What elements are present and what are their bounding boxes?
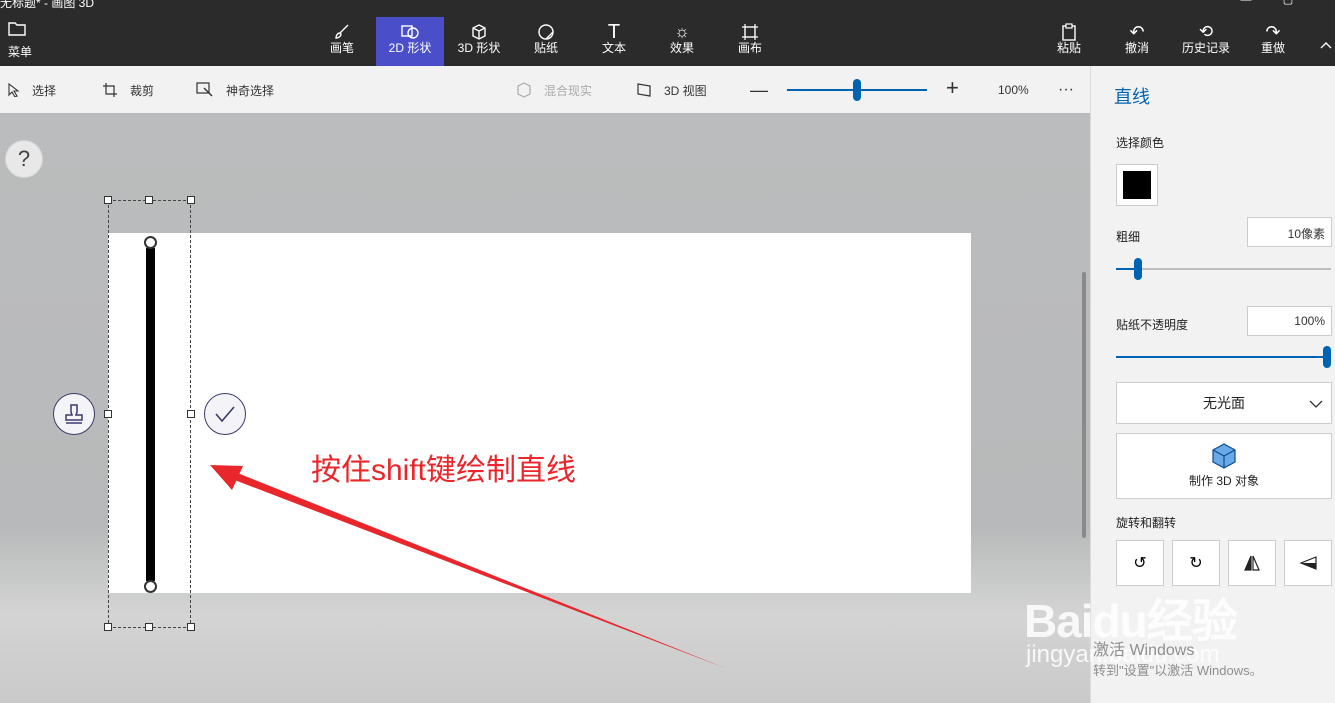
finish-value: 无光面	[1203, 395, 1245, 411]
make-3d-button[interactable]: 制作 3D 对象	[1116, 433, 1332, 499]
finish-dropdown[interactable]: 无光面	[1116, 382, 1332, 424]
flip-horizontal-button[interactable]	[1228, 540, 1276, 586]
color-label: 选择颜色	[1116, 136, 1165, 150]
chevron-down-icon	[1309, 383, 1323, 423]
rotate-right-icon: ↻	[1189, 555, 1203, 572]
thickness-label: 粗细	[1116, 230, 1141, 244]
color-picker-button[interactable]	[1116, 164, 1158, 206]
rotate-left-button[interactable]: ↺	[1116, 540, 1164, 586]
opacity-slider-track[interactable]	[1116, 356, 1331, 358]
make-3d-label: 制作 3D 对象	[1188, 474, 1259, 488]
opacity-input[interactable]: 100%	[1247, 306, 1332, 336]
flip-horizontal-icon	[1244, 555, 1260, 571]
opacity-slider-fill	[1116, 356, 1331, 358]
color-swatch	[1123, 171, 1151, 199]
cube-icon	[1117, 442, 1331, 472]
flip-vertical-icon	[1299, 556, 1317, 570]
thickness-slider-thumb[interactable]	[1133, 258, 1142, 280]
rotate-right-button[interactable]: ↻	[1172, 540, 1220, 586]
opacity-slider-thumb[interactable]	[1323, 346, 1331, 368]
panel-title: 直线	[1114, 87, 1150, 107]
properties-panel: 直线 选择颜色 粗细 10像素 贴纸不透明度 100% 无光面 制作 3D 对象…	[1090, 66, 1335, 703]
rotate-left-icon: ↺	[1133, 555, 1147, 572]
thickness-slider-track[interactable]	[1116, 268, 1331, 270]
activate-windows-title: 激活 Windows	[1093, 642, 1195, 659]
opacity-label: 贴纸不透明度	[1116, 318, 1189, 332]
flip-vertical-button[interactable]	[1284, 540, 1332, 586]
rotate-label: 旋转和翻转	[1116, 516, 1177, 530]
activate-windows-desc: 转到"设置"以激活 Windows。	[1093, 663, 1263, 678]
thickness-input[interactable]: 10像素	[1247, 217, 1332, 247]
